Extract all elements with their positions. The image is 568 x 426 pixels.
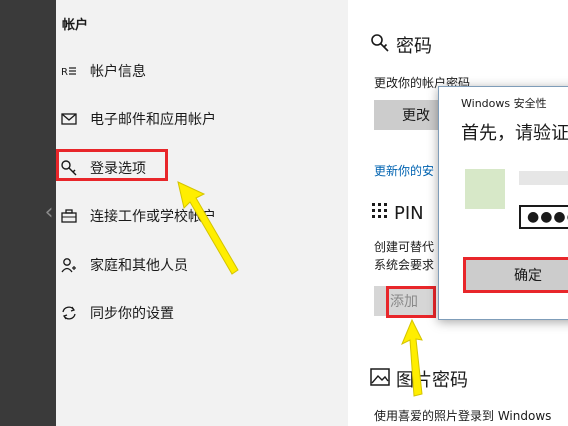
keypad-icon <box>370 202 388 225</box>
pin-heading-text: PIN <box>394 203 424 224</box>
mail-icon <box>60 110 78 128</box>
avatar <box>465 169 505 209</box>
password-heading: 密码 <box>370 32 432 58</box>
sidebar: 帐户 R 帐户信息 电子邮件和应用帐户 登录选项 连接工作或学校帐户 家庭和其他… <box>56 0 348 426</box>
sidebar-item-label: 家庭和其他人员 <box>90 258 188 274</box>
sidebar-item-email-accounts[interactable]: 电子邮件和应用帐户 <box>56 104 348 134</box>
ok-button[interactable]: 确定 <box>463 257 568 293</box>
update-security-link[interactable]: 更新你的安 <box>374 162 434 179</box>
sync-icon <box>60 304 78 322</box>
windows-security-dialog: Windows 安全性 首先，请验证 ●●●● 确定 <box>438 86 568 320</box>
svg-text:R: R <box>61 67 68 78</box>
annotation-highlight-sign-in-options <box>56 149 168 181</box>
sidebar-item-label: 电子邮件和应用帐户 <box>90 112 216 128</box>
sidebar-item-label: 同步你的设置 <box>90 306 174 322</box>
picture-password-heading: 图片密码 <box>370 366 468 392</box>
person-add-icon <box>60 256 78 274</box>
chevron-left-icon[interactable]: ‹ <box>40 200 58 226</box>
picture-password-heading-text: 图片密码 <box>396 370 468 391</box>
sidebar-item-account-info[interactable]: R 帐户信息 <box>56 56 348 86</box>
password-heading-text: 密码 <box>396 36 432 57</box>
pin-heading: PIN <box>370 202 424 225</box>
sidebar-item-label: 连接工作或学校帐户 <box>90 209 216 225</box>
dialog-title: Windows 安全性 <box>461 97 547 110</box>
picture-icon <box>370 367 390 391</box>
pin-description-line1: 创建可替代 <box>374 240 435 254</box>
dialog-user-name-blurred <box>519 171 568 185</box>
sidebar-item-label: 帐户信息 <box>90 64 146 80</box>
sidebar-item-work-school[interactable]: 连接工作或学校帐户 <box>56 201 348 231</box>
dialog-heading: 首先，请验证 <box>461 123 568 144</box>
person-list-icon: R <box>60 62 78 80</box>
picture-password-description: 使用喜爱的照片登录到 Windows <box>374 409 552 423</box>
sidebar-item-family[interactable]: 家庭和其他人员 <box>56 250 348 280</box>
annotation-highlight-add <box>386 286 436 318</box>
pin-description-line2: 系统会要求 <box>374 258 435 272</box>
briefcase-icon <box>60 207 78 225</box>
sidebar-item-sync[interactable]: 同步你的设置 <box>56 298 348 328</box>
key-icon <box>370 33 390 58</box>
sidebar-title: 帐户 <box>62 18 89 33</box>
pin-input[interactable]: ●●●● <box>519 205 568 229</box>
